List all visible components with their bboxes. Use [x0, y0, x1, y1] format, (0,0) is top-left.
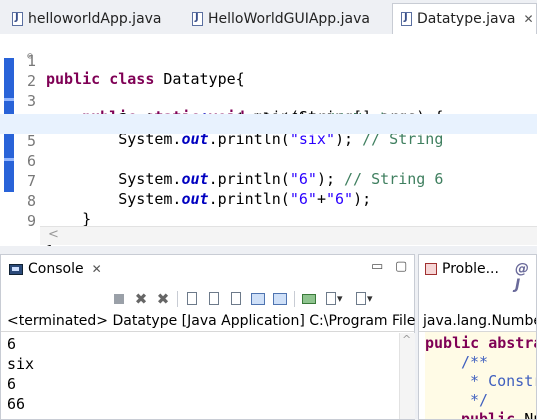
- code-line: 6 System.out.println("6"); // String 6: [0, 134, 537, 188]
- pin-console-icon[interactable]: [301, 291, 317, 307]
- declaration-label: java.lang.Number: [423, 313, 537, 329]
- horizontal-scrollbar[interactable]: <: [40, 226, 537, 245]
- close-icon[interactable]: ✕: [524, 12, 534, 26]
- toolbar-separator: [294, 291, 295, 307]
- console-tab-label: Console: [28, 261, 84, 277]
- code-editor[interactable]: 1 public class Datatype{ 2 ⊖ public stat…: [0, 34, 537, 248]
- tab-console[interactable]: Console ✕: [1, 255, 102, 283]
- code-line: 8 }: [0, 174, 537, 228]
- java-file-icon: [12, 11, 23, 26]
- declaration-source: public abstra /** * Constr */ public Nu: [419, 331, 537, 420]
- scroll-up-icon[interactable]: ^: [402, 333, 411, 346]
- display-console-icon[interactable]: [323, 291, 343, 307]
- java-file-icon: [401, 12, 412, 26]
- console-status: <terminated> Datatype [Java Application]…: [7, 313, 415, 329]
- remove-all-terminated-icon[interactable]: ✖: [155, 291, 171, 307]
- tab-helloworldguiapp[interactable]: HelloWorldGUIApp.java: [184, 4, 370, 33]
- clear-console-icon[interactable]: [184, 291, 200, 307]
- editor-tab-bar: helloworldApp.java HelloWorldGUIApp.java…: [0, 0, 537, 35]
- tab-label: helloworldApp.java: [28, 10, 162, 27]
- console-output-line: 66: [7, 395, 26, 413]
- open-console-icon[interactable]: [353, 291, 373, 307]
- scroll-left-icon[interactable]: <: [48, 227, 59, 242]
- divider: [1, 331, 414, 332]
- problems-icon: [425, 263, 437, 275]
- bottom-panel: Console ✕ ▭ ▢ ✖ ✖ <terminated> Datatype …: [0, 246, 537, 420]
- problems-view: Proble... @ J java.lang.Number public ab…: [418, 254, 537, 420]
- java-file-icon: [192, 11, 203, 26]
- code-line: 2 ⊖ public static void main(String[] arg…: [0, 51, 537, 126]
- console-view: Console ✕ ▭ ▢ ✖ ✖ <terminated> Datatype …: [0, 254, 415, 420]
- code-line: 7 System.out.println("6"+"6");: [0, 154, 537, 208]
- close-icon[interactable]: ✕: [92, 262, 102, 276]
- vertical-scrollbar[interactable]: ^: [399, 333, 415, 419]
- javadoc-comment: */: [461, 391, 489, 409]
- tab-problems[interactable]: Proble...: [419, 255, 499, 283]
- scroll-lock-icon[interactable]: [206, 291, 222, 307]
- keyword: public: [461, 410, 516, 420]
- tab-javadoc[interactable]: @ J: [515, 261, 536, 293]
- show-on-stdout-icon[interactable]: [250, 291, 266, 307]
- word-wrap-icon[interactable]: [228, 291, 244, 307]
- code-line: 3 System.out.println(6); // Number: [0, 74, 537, 128]
- javadoc-comment: /**: [461, 353, 489, 371]
- line-number: 9: [26, 212, 36, 230]
- console-icon: [9, 263, 23, 275]
- fold-collapse-icon[interactable]: ⊖: [27, 51, 33, 62]
- keyword: public abstra: [425, 334, 537, 352]
- code-line: 1 public class Datatype{: [0, 34, 537, 88]
- code-line: 9 }: [0, 194, 537, 248]
- console-output-line: six: [7, 355, 35, 373]
- code-token: Nu: [524, 410, 536, 420]
- problems-tab-label: Proble...: [442, 261, 499, 277]
- console-output-line: 6: [7, 335, 17, 353]
- tab-datatype[interactable]: Datatype.java ✕: [392, 3, 537, 34]
- tab-label: Datatype.java: [417, 11, 516, 27]
- code-line: 4 System.out.println("six"); // String: [0, 94, 537, 148]
- tab-helloworldapp[interactable]: helloworldApp.java: [4, 4, 162, 33]
- maximize-icon[interactable]: ▢: [395, 259, 407, 274]
- show-on-stderr-icon[interactable]: [272, 291, 288, 307]
- code-text: public Nu: [461, 410, 536, 420]
- minimize-icon[interactable]: ▭: [371, 259, 383, 274]
- javadoc-comment: * Constr: [461, 372, 537, 390]
- terminate-icon[interactable]: [111, 291, 127, 307]
- remove-launch-icon[interactable]: ✖: [133, 291, 149, 307]
- tab-label: HelloWorldGUIApp.java: [208, 10, 370, 27]
- console-output-line: 6: [7, 375, 17, 393]
- current-line: 5: [0, 114, 537, 150]
- toolbar-separator: [177, 291, 178, 307]
- console-toolbar: ✖ ✖: [111, 289, 375, 309]
